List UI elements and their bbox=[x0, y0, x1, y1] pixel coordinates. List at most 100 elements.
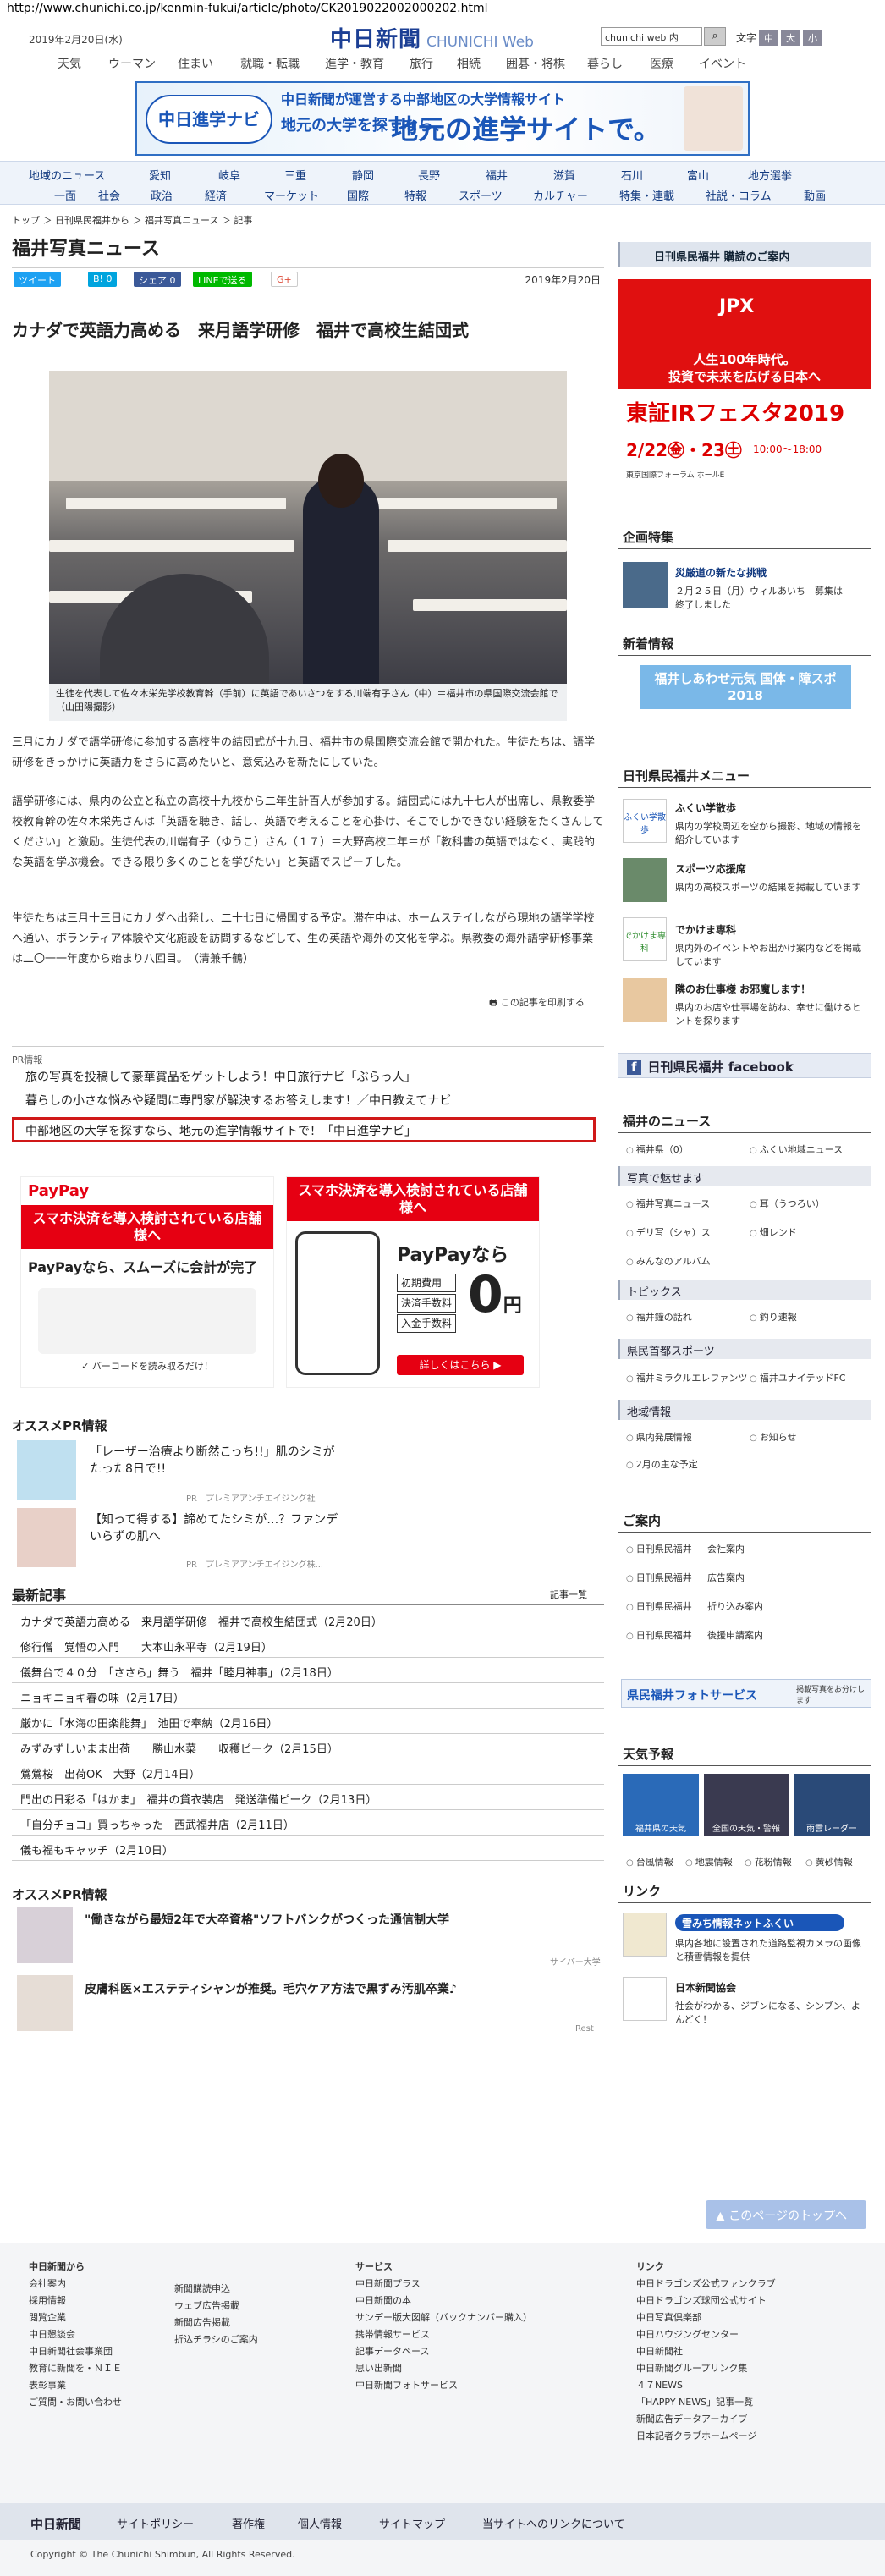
recent-item[interactable]: 儀舞台で４０分 「ささら」舞う 福井「睦月神事」（2月18日） bbox=[20, 1664, 338, 1680]
footer-link[interactable]: 閲覧企業 bbox=[29, 2309, 122, 2326]
footer-link[interactable]: 表彰事業 bbox=[29, 2377, 122, 2394]
recent-item[interactable]: 「自分チョコ」買っちゃった 西武福井店（2月11日） bbox=[20, 1816, 294, 1832]
footer-link[interactable]: 中日新聞プラス bbox=[355, 2276, 532, 2293]
footer-link[interactable]: 思い出新聞 bbox=[355, 2360, 532, 2377]
sidebar-link[interactable]: 福井ユナイテッドFC bbox=[750, 1371, 846, 1384]
photo-service-banner[interactable]: 県民福井フォトサービス 掲載写真をお分けします bbox=[621, 1679, 871, 1708]
search-input[interactable]: chunichi web 内 bbox=[601, 27, 702, 46]
weather-tile[interactable]: 福井県の天気 bbox=[623, 1774, 699, 1836]
menu-link[interactable]: でかけま専科 bbox=[675, 922, 736, 937]
gnav-item[interactable]: 就職・転職 bbox=[240, 55, 300, 72]
menu-link[interactable]: 隣のお仕事様 お邪魔します！ bbox=[675, 982, 811, 996]
lnav-item[interactable]: 一面 bbox=[54, 187, 76, 203]
menu-icon[interactable] bbox=[623, 858, 667, 902]
footer-link[interactable]: 中日新聞社 bbox=[636, 2343, 776, 2360]
footer-link[interactable]: 中日写真倶楽部 bbox=[636, 2309, 776, 2326]
gnav-item[interactable]: 囲碁・将棋 bbox=[506, 55, 565, 72]
lnav-item[interactable]: 特報 bbox=[404, 187, 426, 203]
sidebar-link[interactable]: 福井写真ニュース bbox=[626, 1197, 710, 1210]
sidebar-link[interactable]: デリ写（シャ）ス bbox=[626, 1225, 711, 1239]
sidebar-link[interactable]: ふくい地域ニュース bbox=[750, 1142, 843, 1156]
footer-link[interactable]: 新聞広告掲載 bbox=[174, 2315, 258, 2331]
sidebar-link[interactable]: 日刊県民福井 bbox=[626, 1599, 692, 1613]
font-small-button[interactable]: 小 bbox=[803, 30, 823, 46]
kikaku-thumbnail[interactable] bbox=[623, 562, 668, 608]
gplus-button[interactable]: G+ bbox=[271, 272, 298, 287]
shinbun-kyokai-link[interactable]: 日本新聞協会 bbox=[675, 1980, 736, 1995]
sidebar-link[interactable]: 日刊県民福井 bbox=[626, 1628, 692, 1642]
weather-link[interactable]: 黄砂情報 bbox=[805, 1855, 853, 1869]
pr-thumbnail[interactable] bbox=[17, 1508, 76, 1567]
menu-icon[interactable] bbox=[623, 978, 667, 1022]
pr-thumbnail[interactable] bbox=[17, 1907, 73, 1963]
pr-article-link[interactable]: 【知って得する】諦めてたシミが…？ファンデいらずの肌へ bbox=[90, 1511, 344, 1545]
lnav-item[interactable]: 特集・連載 bbox=[619, 187, 674, 203]
sidebar-link[interactable]: 広告案内 bbox=[707, 1571, 745, 1584]
lnav-item[interactable]: 地方選挙 bbox=[748, 167, 792, 183]
lnav-item[interactable]: 社説・コラム bbox=[706, 187, 772, 203]
lnav-item[interactable]: 経済 bbox=[205, 187, 227, 203]
recent-item[interactable]: 儀も福もキャッチ（2月10日） bbox=[20, 1841, 173, 1858]
sidebar-link[interactable]: 畑レンド bbox=[750, 1225, 797, 1239]
sidebar-link[interactable]: 日刊県民福井 bbox=[626, 1571, 692, 1584]
footer-link[interactable]: 教育に新聞を・ＮＩＥ bbox=[29, 2360, 122, 2377]
footer-link[interactable]: 「HAPPY NEWS」記事一覧 bbox=[636, 2394, 776, 2411]
weather-link[interactable]: 台風情報 bbox=[626, 1855, 673, 1869]
shingaku-navi-banner[interactable]: 中日進学ナビ 中日新聞が運営する中部地区の大学情報サイト 地元の大学を探すなら、… bbox=[135, 81, 750, 156]
footer-link[interactable]: ウェブ広告掲載 bbox=[174, 2298, 258, 2315]
footer-link[interactable]: 採用情報 bbox=[29, 2293, 122, 2309]
sidebar-link[interactable]: 福井鐘の話れ bbox=[626, 1310, 692, 1324]
recent-item[interactable]: 厳かに「水海の田楽能舞」 池田で奉納（2月16日） bbox=[20, 1715, 278, 1731]
lnav-item[interactable]: 富山 bbox=[687, 167, 709, 183]
weather-tile[interactable]: 雨雲レーダー bbox=[794, 1774, 870, 1836]
recent-item[interactable]: 門出の日彩る「はかま」 福井の貸衣装店 発送準備ピーク（2月13日） bbox=[20, 1791, 377, 1807]
footer-link[interactable]: 日本記者クラブホームページ bbox=[636, 2428, 776, 2445]
gnav-item[interactable]: 相続 bbox=[457, 55, 481, 72]
sidebar-link[interactable]: 後援申請案内 bbox=[707, 1628, 763, 1642]
footer-link[interactable]: 中日新聞フォトサービス bbox=[355, 2377, 532, 2394]
weather-link[interactable]: 地震情報 bbox=[685, 1855, 733, 1869]
weather-tile[interactable]: 全国の天気・警報 bbox=[704, 1774, 789, 1836]
lnav-item[interactable]: 長野 bbox=[418, 167, 440, 183]
lnav-item[interactable]: 動画 bbox=[804, 187, 826, 203]
footer-logo[interactable]: 中日新聞 bbox=[30, 2515, 81, 2533]
footer-nav-link[interactable]: サイトポリシー bbox=[117, 2515, 194, 2531]
footer-link[interactable]: ご質問・お問い合わせ bbox=[29, 2394, 122, 2411]
ad-details-button[interactable]: 詳しくはこちら ▶ bbox=[397, 1355, 524, 1375]
footer-link[interactable]: 中日懇談会 bbox=[29, 2326, 122, 2343]
lnav-item[interactable]: 愛知 bbox=[149, 167, 171, 183]
sidebar-link[interactable]: みんなのアルバム bbox=[626, 1254, 711, 1268]
menu-link[interactable]: スポーツ応援席 bbox=[675, 861, 746, 876]
sidebar-link[interactable]: 2月の主な予定 bbox=[626, 1457, 698, 1471]
tweet-button[interactable]: ツイート bbox=[14, 272, 61, 287]
print-article-link[interactable]: 🖶 この記事を印刷する bbox=[489, 995, 585, 1011]
footer-nav-link[interactable]: 当サイトへのリンクについて bbox=[482, 2515, 625, 2531]
gnav-item[interactable]: 旅行 bbox=[410, 55, 433, 72]
lnav-item[interactable]: 国際 bbox=[347, 187, 369, 203]
recent-item[interactable]: カナダで英語力高める 来月語学研修 福井で高校生結団式（2月20日） bbox=[20, 1613, 382, 1629]
recent-list-link[interactable]: 記事一覧 bbox=[550, 1588, 587, 1601]
sidebar-link[interactable]: 福井県（0） bbox=[626, 1142, 689, 1156]
breadcrumb[interactable]: トップ ＞ 日刊県民福井から ＞ 福井写真ニュース ＞ 記事 bbox=[12, 213, 252, 227]
footer-link[interactable]: 携帯情報サービス bbox=[355, 2326, 532, 2343]
sidebar-link[interactable]: 県内発展情報 bbox=[626, 1430, 692, 1444]
gnav-item[interactable]: 住まい bbox=[178, 55, 213, 72]
shinbun-kyokai-icon[interactable] bbox=[623, 1977, 667, 2021]
lnav-item[interactable]: 滋賀 bbox=[553, 167, 575, 183]
lnav-item[interactable]: 政治 bbox=[151, 187, 173, 203]
pr-link[interactable]: 中部地区の大学を探すなら、地元の進学情報サイトで！「中日進学ナビ」 bbox=[25, 1122, 416, 1139]
sidebar-link[interactable]: 福井ミラクルエレファンツ bbox=[626, 1371, 748, 1384]
sidebar-link[interactable]: 折り込み案内 bbox=[707, 1599, 763, 1613]
paypay-ad-2[interactable]: スマホ決済を導入検討されている店舗様へ PayPayなら 初期費用 決済手数料 … bbox=[286, 1176, 540, 1388]
sidebar-link[interactable]: 会社案内 bbox=[707, 1542, 745, 1555]
sidebar-link[interactable]: 日刊県民福井 bbox=[626, 1542, 692, 1555]
footer-link[interactable]: 中日ドラゴンズ公式ファンクラブ bbox=[636, 2276, 776, 2293]
font-large-button[interactable]: 大 bbox=[781, 30, 801, 46]
footer-nav-link[interactable]: 個人情報 bbox=[298, 2515, 342, 2531]
yukimichi-icon[interactable] bbox=[623, 1913, 667, 1957]
footer-nav-link[interactable]: サイトマップ bbox=[379, 2515, 445, 2531]
subscribe-banner[interactable]: 日刊県民福井 購読のご案内 bbox=[618, 242, 871, 267]
gnav-item[interactable]: 医療 bbox=[650, 55, 673, 72]
lnav-item[interactable]: マーケット bbox=[264, 187, 319, 203]
gnav-item[interactable]: イベント bbox=[699, 55, 746, 72]
